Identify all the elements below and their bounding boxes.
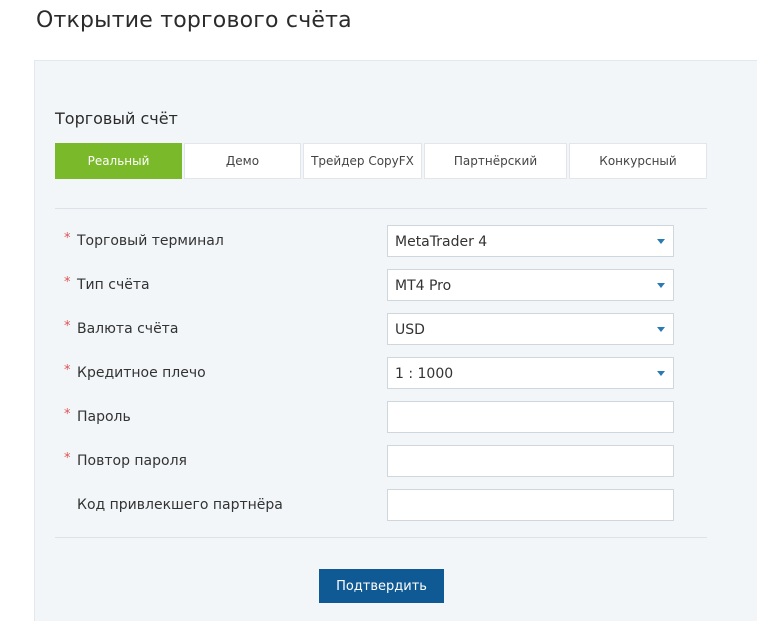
- required-asterisk: *: [64, 407, 71, 422]
- account-type-label: Тип счёта: [77, 277, 150, 293]
- caret-down-icon: [657, 327, 665, 332]
- currency-label: Валюта счёта: [77, 321, 179, 337]
- required-asterisk: *: [64, 231, 71, 246]
- field-label: * Пароль: [64, 407, 131, 425]
- account-type-tabs: Реальный Демо Трейдер CopyFX Партнёрский…: [55, 143, 709, 179]
- required-asterisk: *: [64, 319, 71, 334]
- tab-partner[interactable]: Партнёрский: [424, 143, 567, 179]
- divider-bottom: [55, 537, 707, 538]
- password-input[interactable]: [387, 401, 674, 433]
- leverage-select[interactable]: 1 : 1000: [387, 357, 674, 389]
- account-form-panel: Торговый счёт Реальный Демо Трейдер Copy…: [34, 60, 757, 621]
- field-row-leverage: * Кредитное плечо 1 : 1000: [64, 357, 675, 391]
- account-type-select-value: MT4 Pro: [395, 278, 452, 294]
- tab-contest[interactable]: Конкурсный: [569, 143, 707, 179]
- tab-copyfx-trader[interactable]: Трейдер CopyFX: [303, 143, 422, 179]
- currency-select-value: USD: [395, 322, 425, 338]
- section-title: Торговый счёт: [55, 109, 178, 128]
- caret-down-icon: [657, 239, 665, 244]
- field-label: * Валюта счёта: [64, 319, 179, 337]
- submit-button[interactable]: Подтвердить: [319, 569, 444, 603]
- terminal-select[interactable]: MetaTrader 4: [387, 225, 674, 257]
- field-row-partner-code: Код привлекшего партнёра: [75, 489, 675, 523]
- caret-down-icon: [657, 371, 665, 376]
- partner-code-label: Код привлекшего партнёра: [77, 497, 283, 513]
- terminal-select-value: MetaTrader 4: [395, 234, 488, 250]
- divider-top: [55, 208, 707, 209]
- field-row-account-type: * Тип счёта MT4 Pro: [64, 269, 675, 303]
- required-asterisk: *: [64, 451, 71, 466]
- required-asterisk: *: [64, 363, 71, 378]
- field-label: * Кредитное плечо: [64, 363, 206, 381]
- field-row-repeat-password: * Повтор пароля: [64, 445, 675, 479]
- field-label: * Повтор пароля: [64, 451, 187, 469]
- repeat-password-input[interactable]: [387, 445, 674, 477]
- field-row-currency: * Валюта счёта USD: [64, 313, 675, 347]
- field-label: * Тип счёта: [64, 275, 150, 293]
- account-type-select[interactable]: MT4 Pro: [387, 269, 674, 301]
- page-title: Открытие торгового счёта: [36, 8, 352, 33]
- field-row-password: * Пароль: [64, 401, 675, 435]
- field-label: * Торговый терминал: [64, 231, 224, 249]
- currency-select[interactable]: USD: [387, 313, 674, 345]
- field-label: Код привлекшего партнёра: [75, 497, 283, 513]
- partner-code-input[interactable]: [387, 489, 674, 521]
- leverage-label: Кредитное плечо: [77, 365, 206, 381]
- tab-real[interactable]: Реальный: [55, 143, 182, 179]
- caret-down-icon: [657, 283, 665, 288]
- tab-demo[interactable]: Демо: [184, 143, 301, 179]
- field-row-terminal: * Торговый терминал MetaTrader 4: [64, 225, 675, 259]
- password-label: Пароль: [77, 409, 131, 425]
- required-asterisk: *: [64, 275, 71, 290]
- repeat-password-label: Повтор пароля: [77, 453, 187, 469]
- leverage-select-value: 1 : 1000: [395, 366, 454, 382]
- terminal-label: Торговый терминал: [77, 233, 224, 249]
